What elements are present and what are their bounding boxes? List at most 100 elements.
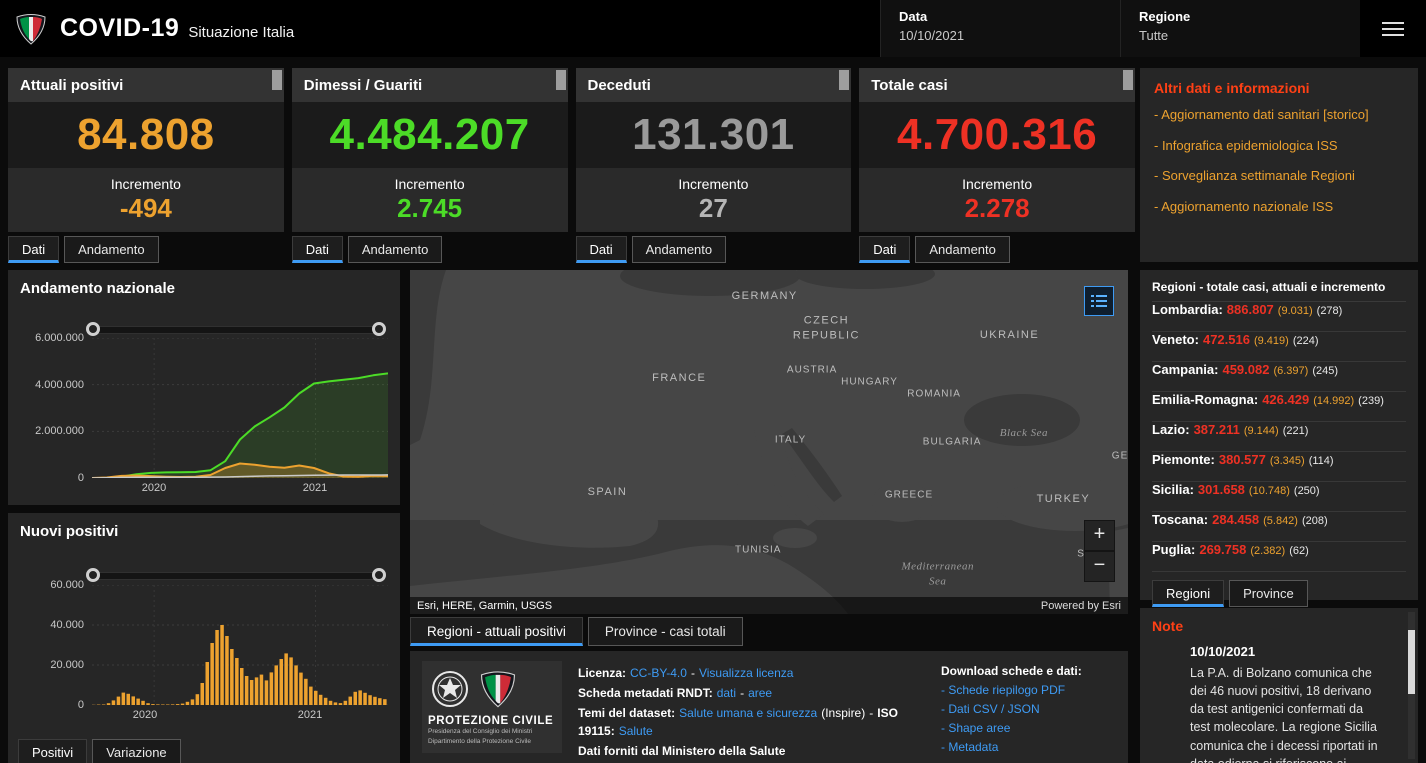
slider-handle-right[interactable]: [372, 322, 386, 336]
link-aggiornamento-nazionale-iss[interactable]: - Aggiornamento nazionale ISS: [1154, 198, 1394, 216]
date-value: 10/10/2021: [899, 28, 1120, 43]
separator: -: [869, 706, 873, 720]
map-canvas[interactable]: [410, 270, 1128, 614]
protezione-civile-logo-icon: [14, 12, 48, 46]
cc-by-link[interactable]: CC-BY-4.0: [630, 666, 687, 680]
region-label: Regione: [1139, 9, 1360, 24]
tab-andamento[interactable]: Andamento: [632, 236, 727, 263]
xtick: 2021: [298, 709, 322, 721]
altri-dati-title: Altri dati e informazioni: [1154, 80, 1404, 96]
slider-handle-right[interactable]: [372, 568, 386, 582]
nuovi-positivi-chart[interactable]: [92, 585, 388, 705]
card-title: Totale casi: [859, 68, 1135, 102]
andamento-time-slider[interactable]: [86, 322, 386, 336]
menu-icon[interactable]: [1360, 0, 1426, 57]
date-selector[interactable]: Data 10/10/2021: [880, 0, 1120, 57]
map-label-tunisia: TUNISIA: [735, 545, 781, 556]
region-row-lombardia[interactable]: Lombardia: 886.807 (9.031) (278): [1152, 302, 1406, 332]
shape-aree-link[interactable]: - Shape aree: [941, 721, 1116, 735]
iso-salute-link[interactable]: Salute: [619, 724, 653, 738]
salute-umana-link[interactable]: Salute umana e sicurezza: [679, 706, 817, 720]
xtick: 2021: [303, 482, 327, 494]
link-infografica-iss[interactable]: - Infografica epidemiologica ISS: [1154, 137, 1394, 155]
link-aggiornamento-dati-sanitari[interactable]: - Aggiornamento dati sanitari [storico]: [1154, 106, 1394, 124]
map-attribution-text: Esri, HERE, Garmin, USGS: [417, 600, 552, 612]
footer-panel: PROTEZIONE CIVILE Presidenza del Consigl…: [410, 651, 1128, 763]
metadata-dati-link[interactable]: dati: [717, 686, 736, 700]
visualizza-licenza-link[interactable]: Visualizza licenza: [699, 666, 794, 680]
region-row-lazio[interactable]: Lazio: 387.211 (9.144) (221): [1152, 422, 1406, 452]
map-label-czech-republic: CZECH REPUBLIC: [787, 314, 865, 343]
tab-dati[interactable]: Dati: [292, 236, 343, 263]
region-selector[interactable]: Regione Tutte: [1120, 0, 1360, 57]
slider-handle-left[interactable]: [86, 568, 100, 582]
tab-dati[interactable]: Dati: [576, 236, 627, 263]
slider-track[interactable]: [92, 326, 380, 334]
card-scrollbar[interactable]: [272, 70, 282, 90]
andamento-chart[interactable]: [92, 338, 388, 478]
tab-positivi[interactable]: Positivi: [18, 739, 87, 763]
powered-by-esri[interactable]: Powered by Esri: [1041, 600, 1121, 612]
region-name: Emilia-Romagna:: [1152, 392, 1258, 407]
themes-label: Temi del dataset:: [578, 706, 675, 720]
region-row-campania[interactable]: Campania: 459.082 (6.397) (245): [1152, 362, 1406, 392]
region-increment: (3.345): [1270, 455, 1305, 467]
tab-andamento[interactable]: Andamento: [348, 236, 443, 263]
region-row-emilia-romagna[interactable]: Emilia-Romagna: 426.429 (14.992) (239): [1152, 392, 1406, 422]
tab-andamento[interactable]: Andamento: [64, 236, 159, 263]
card-scrollbar[interactable]: [556, 70, 566, 90]
schede-riepilogo-pdf-link[interactable]: - Schede riepilogo PDF: [941, 683, 1116, 697]
region-name: Campania:: [1152, 362, 1218, 377]
region-row-piemonte[interactable]: Piemonte: 380.577 (3.345) (114): [1152, 452, 1406, 482]
europe-map[interactable]: GERMANY CZECH REPUBLIC AUSTRIA HUNGARY U…: [410, 270, 1128, 614]
tab-variazione[interactable]: Variazione: [92, 739, 180, 763]
slider-track[interactable]: [92, 572, 380, 580]
tab-province[interactable]: Province: [1229, 580, 1308, 607]
metadata-link[interactable]: - Metadata: [941, 740, 1116, 754]
nuovi-time-slider[interactable]: [86, 568, 386, 582]
region-name: Sicilia:: [1152, 482, 1194, 497]
legend-button[interactable]: [1084, 286, 1114, 316]
slider-handle-left[interactable]: [86, 322, 100, 336]
region-daily: (224): [1293, 335, 1319, 347]
map-label-italy: ITALY: [775, 435, 806, 446]
region-name: Piemonte:: [1152, 452, 1215, 467]
card-title-text: Deceduti: [588, 77, 651, 94]
map-label-black-sea: Black Sea: [1000, 427, 1048, 439]
note-scrollbar-thumb[interactable]: [1408, 630, 1415, 694]
region-daily: (239): [1358, 395, 1384, 407]
zoom-out-button[interactable]: −: [1084, 551, 1115, 582]
region-value: Tutte: [1139, 28, 1360, 43]
card-scrollbar[interactable]: [1123, 70, 1133, 90]
ytick: 0: [12, 699, 84, 711]
ytick: 4.000.000: [12, 379, 84, 391]
tab-regioni[interactable]: Regioni: [1152, 580, 1224, 607]
metadata-aree-link[interactable]: aree: [748, 686, 772, 700]
footer-logo-title: PROTEZIONE CIVILE: [428, 715, 556, 727]
license-label: Licenza:: [578, 666, 626, 680]
link-sorveglianza-regioni[interactable]: - Sorveglianza settimanale Regioni: [1154, 167, 1394, 185]
card-totale-casi: Totale casi 4.700.316 Incremento 2.278 D…: [859, 68, 1135, 263]
card-title-text: Totale casi: [871, 77, 947, 94]
tab-dati[interactable]: Dati: [8, 236, 59, 263]
zoom-in-button[interactable]: +: [1084, 520, 1115, 551]
tab-dati[interactable]: Dati: [859, 236, 910, 263]
note-text: La P.A. di Bolzano comunica che dei 46 n…: [1190, 664, 1386, 763]
region-daily: (245): [1312, 365, 1338, 377]
xtick: 2020: [133, 709, 157, 721]
card-title: Deceduti: [576, 68, 852, 102]
region-row-toscana[interactable]: Toscana: 284.458 (5.842) (208): [1152, 512, 1406, 542]
region-row-veneto[interactable]: Veneto: 472.516 (9.419) (224): [1152, 332, 1406, 362]
tab-regioni-attuali-positivi[interactable]: Regioni - attuali positivi: [410, 617, 583, 646]
map-label-mediterranean-sea: Mediterranean Sea: [892, 560, 984, 589]
ytick: 2.000.000: [12, 425, 84, 437]
region-row-sicilia[interactable]: Sicilia: 301.658 (10.748) (250): [1152, 482, 1406, 512]
map-label-austria: AUSTRIA: [787, 364, 837, 375]
download-title: Download schede e dati:: [941, 664, 1116, 678]
tab-province-casi-totali[interactable]: Province - casi totali: [588, 617, 743, 646]
card-scrollbar[interactable]: [839, 70, 849, 90]
region-name: Puglia:: [1152, 542, 1195, 557]
tab-andamento[interactable]: Andamento: [915, 236, 1010, 263]
dati-csv-json-link[interactable]: - Dati CSV / JSON: [941, 702, 1116, 716]
region-row-puglia[interactable]: Puglia: 269.758 (2.382) (62): [1152, 542, 1406, 572]
